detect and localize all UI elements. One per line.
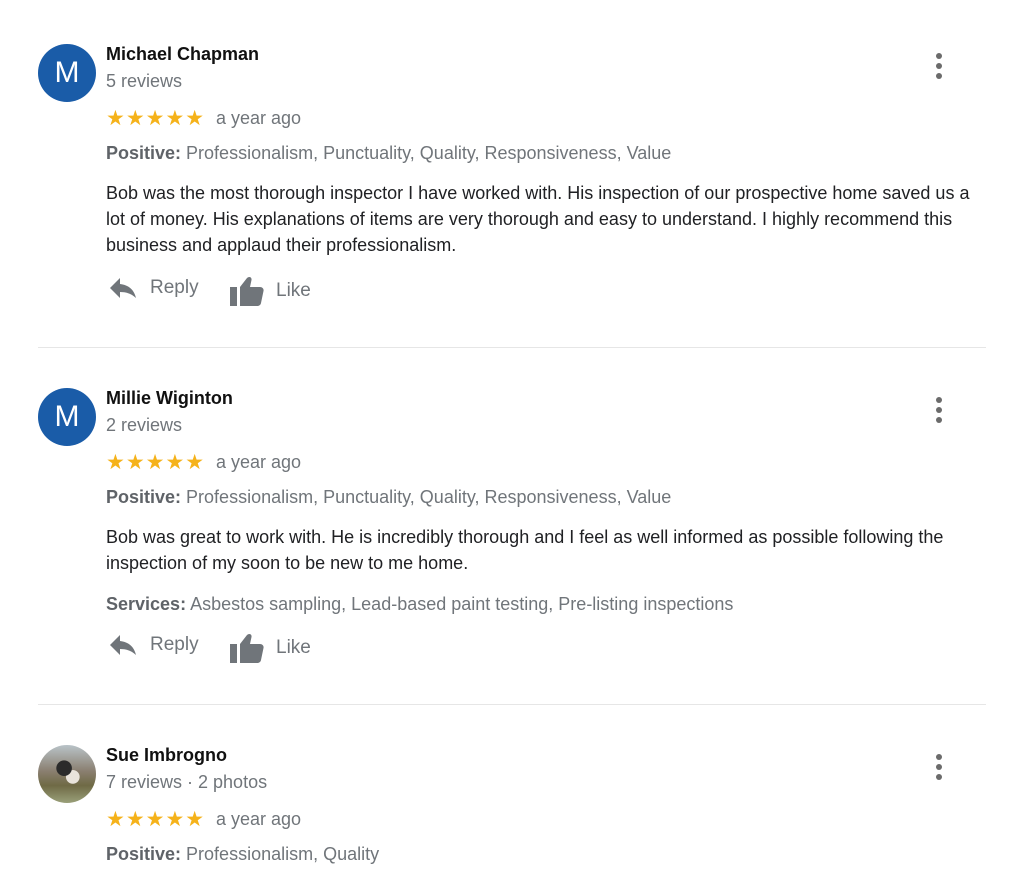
avatar[interactable]: M xyxy=(38,388,96,446)
positive-label: Positive: xyxy=(106,844,182,864)
like-label: Like xyxy=(276,637,311,658)
thumbs-up-icon xyxy=(230,276,264,306)
reviewer-name[interactable]: Millie Wiginton xyxy=(106,388,233,409)
services-value: Asbestos sampling, Lead-based paint test… xyxy=(190,594,734,614)
divider xyxy=(38,704,986,705)
positive-attributes: Positive: Professionalism, Quality xyxy=(106,844,379,865)
positive-value: Professionalism, Punctuality, Quality, R… xyxy=(186,143,672,163)
reviewer-name[interactable]: Sue Imbrogno xyxy=(106,745,227,766)
positive-value: Professionalism, Punctuality, Quality, R… xyxy=(186,487,672,507)
review-time: a year ago xyxy=(216,452,302,472)
like-label: Like xyxy=(276,280,311,301)
review-text: Bob was great to work with. He is incred… xyxy=(106,527,944,573)
services-label: Services: xyxy=(106,594,187,614)
more-options-icon[interactable] xyxy=(928,53,950,79)
review-time: a year ago xyxy=(216,108,302,128)
positive-value: Professionalism, Quality xyxy=(186,844,380,864)
reply-arrow-icon xyxy=(110,278,136,298)
like-button[interactable]: Like xyxy=(230,633,311,663)
star-rating: ★★★★★ xyxy=(106,107,206,130)
thumbs-up-icon xyxy=(230,633,264,663)
reviewer-meta: 2 reviews xyxy=(106,415,183,435)
star-rating: ★★★★★ xyxy=(106,808,206,831)
reply-label: Reply xyxy=(150,277,199,298)
positive-label: Positive: xyxy=(106,143,182,163)
review-time: a year ago xyxy=(216,809,302,829)
like-button[interactable]: Like xyxy=(230,276,311,306)
avatar[interactable]: M xyxy=(38,44,96,102)
more-options-icon[interactable] xyxy=(928,397,950,423)
review-text: Bob was the most thorough inspector I ha… xyxy=(106,183,970,255)
reviewer-name[interactable]: Michael Chapman xyxy=(106,44,259,65)
divider xyxy=(38,347,986,348)
positive-attributes: Positive: Professionalism, Punctuality, … xyxy=(106,143,671,164)
reply-button[interactable]: Reply xyxy=(108,276,199,300)
reviewer-meta: 5 reviews xyxy=(106,71,183,91)
reviewer-meta: 7 reviews · 2 photos xyxy=(106,772,268,792)
reply-button[interactable]: Reply xyxy=(108,633,199,657)
positive-label: Positive: xyxy=(106,487,182,507)
star-rating: ★★★★★ xyxy=(106,451,206,474)
avatar-photo[interactable] xyxy=(38,745,96,803)
reply-arrow-icon xyxy=(110,635,136,655)
services-attributes: Services: Asbestos sampling, Lead-based … xyxy=(106,594,733,615)
reply-label: Reply xyxy=(150,634,199,655)
more-options-icon[interactable] xyxy=(928,754,950,780)
positive-attributes: Positive: Professionalism, Punctuality, … xyxy=(106,487,671,508)
